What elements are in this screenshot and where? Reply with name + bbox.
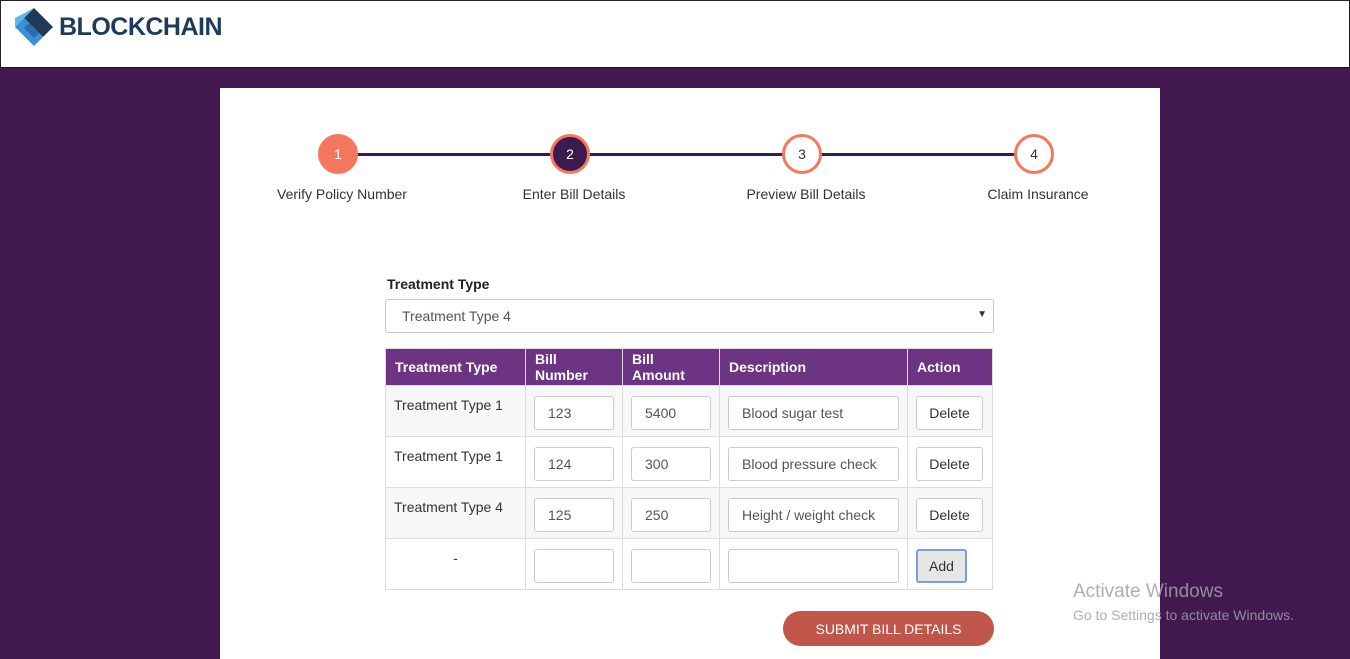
- step-2-label: Enter Bill Details: [522, 186, 626, 202]
- header-description: Description: [719, 348, 909, 386]
- delete-button[interactable]: Delete: [916, 447, 984, 481]
- description-input[interactable]: Blood pressure check: [728, 447, 900, 481]
- step-2-circle: 2: [550, 134, 590, 174]
- watermark-title: Activate Windows: [1073, 581, 1223, 602]
- treatment-type-selected-value: Treatment Type 4: [402, 308, 511, 324]
- bill-amount-input[interactable]: 5400: [631, 396, 712, 430]
- caret-down-icon: ▼: [977, 309, 987, 320]
- table-row-new: - Add: [384, 538, 993, 590]
- watermark-subtitle: Go to Settings to activate Windows.: [1073, 607, 1294, 623]
- activate-windows-watermark: Activate Windows Go to Settings to activ…: [1073, 581, 1294, 623]
- step-4-label: Claim Insurance: [987, 186, 1089, 202]
- blockchain-logo-icon: [15, 8, 53, 46]
- delete-button[interactable]: Delete: [916, 498, 984, 532]
- step-1-label: Verify Policy Number: [277, 186, 407, 202]
- stepper-line: [338, 153, 1034, 156]
- new-description-input[interactable]: [728, 549, 900, 583]
- bill-amount-input[interactable]: 250: [631, 498, 712, 532]
- app-header: BLOCKCHAIN: [0, 0, 1350, 68]
- treatment-type-select[interactable]: Treatment Type 4 ▼: [385, 299, 994, 333]
- add-button[interactable]: Add: [916, 549, 968, 583]
- submit-bill-details-button[interactable]: SUBMIT BILL DETAILS: [783, 611, 994, 646]
- step-1-circle: 1: [318, 134, 358, 174]
- row-treatment-type: Treatment Type 1: [384, 385, 527, 437]
- header-action: Action: [907, 348, 993, 386]
- delete-button[interactable]: Delete: [916, 396, 984, 430]
- step-3-label: Preview Bill Details: [746, 186, 866, 202]
- description-input[interactable]: Blood sugar test: [728, 396, 900, 430]
- row-treatment-type: Treatment Type 1: [384, 436, 527, 488]
- table-header-row: Treatment Type Bill Number Bill Amount D…: [384, 348, 993, 386]
- brand-name: BLOCKCHAIN: [59, 13, 223, 41]
- bill-number-input[interactable]: 125: [534, 498, 615, 532]
- step-4-circle: 4: [1014, 134, 1054, 174]
- step-3-circle: 3: [782, 134, 822, 174]
- header-bill-amount: Bill Amount: [622, 348, 721, 386]
- table-row: Treatment Type 1 124 300 Blood pressure …: [384, 436, 993, 488]
- treatment-type-label: Treatment Type: [387, 276, 490, 292]
- row-treatment-type: Treatment Type 4: [384, 487, 527, 539]
- bills-table: Treatment Type Bill Number Bill Amount D…: [384, 348, 993, 590]
- bill-number-input[interactable]: 123: [534, 396, 615, 430]
- new-bill-number-input[interactable]: [534, 549, 615, 583]
- header-bill-number: Bill Number: [525, 348, 624, 386]
- new-row-treatment-type: -: [384, 538, 527, 590]
- bill-number-input[interactable]: 124: [534, 447, 615, 481]
- table-row: Treatment Type 4 125 250 Height / weight…: [384, 487, 993, 539]
- bill-amount-input[interactable]: 300: [631, 447, 712, 481]
- new-bill-amount-input[interactable]: [631, 549, 712, 583]
- table-row: Treatment Type 1 123 5400 Blood sugar te…: [384, 385, 993, 437]
- description-input[interactable]: Height / weight check: [728, 498, 900, 532]
- header-treatment-type: Treatment Type: [384, 348, 527, 386]
